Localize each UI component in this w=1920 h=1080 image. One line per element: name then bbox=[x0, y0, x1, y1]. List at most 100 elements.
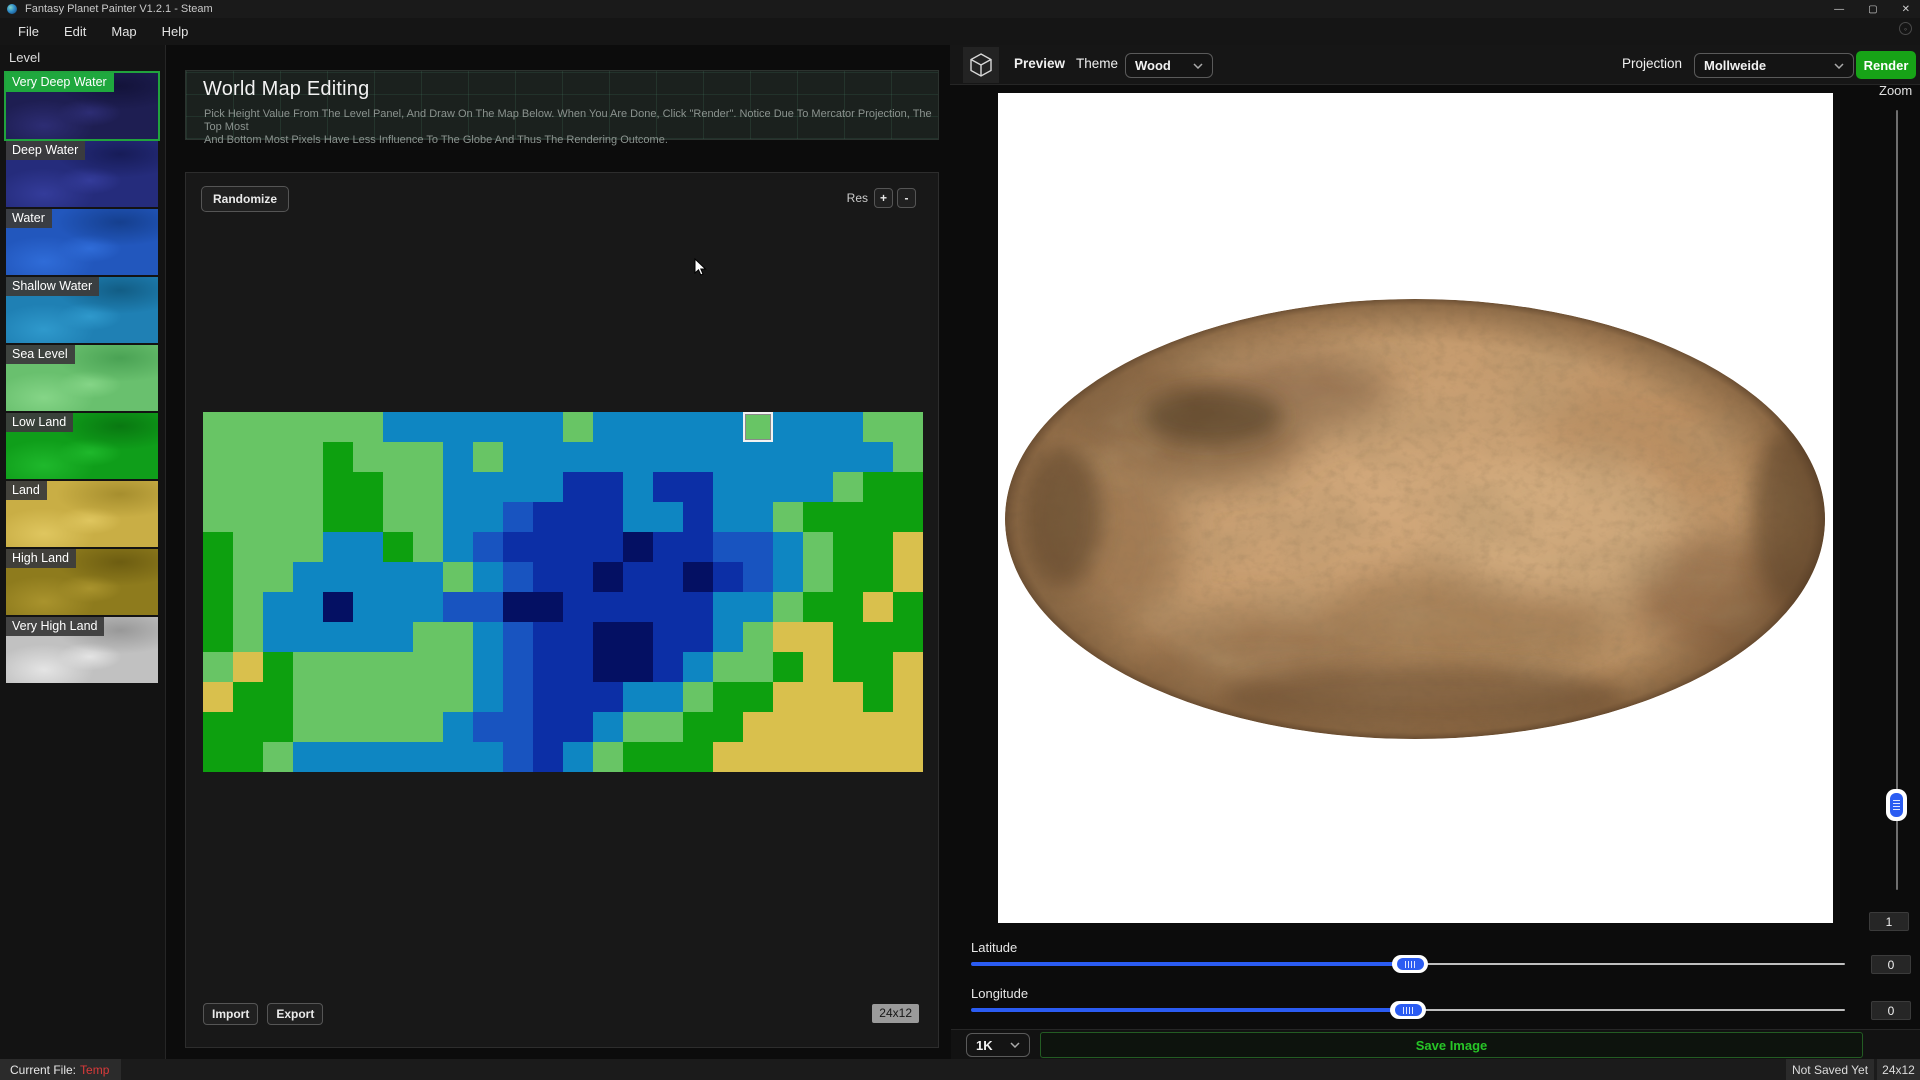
map-cell[interactable] bbox=[293, 652, 323, 682]
map-cell[interactable] bbox=[563, 562, 593, 592]
map-cell[interactable] bbox=[803, 412, 833, 442]
map-cell[interactable] bbox=[383, 622, 413, 652]
map-cell[interactable] bbox=[533, 652, 563, 682]
map-cell[interactable] bbox=[803, 562, 833, 592]
map-cell[interactable] bbox=[833, 682, 863, 712]
map-cell[interactable] bbox=[893, 442, 923, 472]
map-cell[interactable] bbox=[323, 532, 353, 562]
map-cell[interactable] bbox=[323, 712, 353, 742]
map-cell[interactable] bbox=[893, 562, 923, 592]
map-cell[interactable] bbox=[683, 622, 713, 652]
map-cell[interactable] bbox=[203, 502, 233, 532]
map-cell[interactable] bbox=[773, 502, 803, 532]
map-cell[interactable] bbox=[353, 442, 383, 472]
map-cell[interactable] bbox=[893, 502, 923, 532]
map-cell[interactable] bbox=[623, 412, 653, 442]
minimize-button[interactable]: — bbox=[1834, 4, 1844, 15]
map-cell[interactable] bbox=[833, 412, 863, 442]
map-cell[interactable] bbox=[233, 622, 263, 652]
map-cell[interactable] bbox=[293, 502, 323, 532]
map-cell[interactable] bbox=[743, 532, 773, 562]
map-cell[interactable] bbox=[353, 592, 383, 622]
map-cell[interactable] bbox=[863, 502, 893, 532]
render-button[interactable]: Render bbox=[1856, 51, 1916, 79]
map-cell[interactable] bbox=[383, 532, 413, 562]
map-cell[interactable] bbox=[713, 442, 743, 472]
level-swatch-low-land[interactable]: Low Land bbox=[6, 413, 158, 479]
map-cell[interactable] bbox=[833, 622, 863, 652]
map-cell[interactable] bbox=[413, 682, 443, 712]
map-cell[interactable] bbox=[263, 442, 293, 472]
map-cell[interactable] bbox=[773, 442, 803, 472]
map-cell[interactable] bbox=[473, 412, 503, 442]
render-preview-canvas[interactable] bbox=[998, 93, 1833, 923]
map-cell[interactable] bbox=[593, 532, 623, 562]
map-cell[interactable] bbox=[743, 412, 773, 442]
map-cell[interactable] bbox=[533, 682, 563, 712]
map-cell[interactable] bbox=[443, 622, 473, 652]
map-cell[interactable] bbox=[353, 562, 383, 592]
map-cell[interactable] bbox=[503, 412, 533, 442]
map-cell[interactable] bbox=[563, 412, 593, 442]
map-cell[interactable] bbox=[593, 442, 623, 472]
map-cell[interactable] bbox=[743, 562, 773, 592]
map-cell[interactable] bbox=[443, 562, 473, 592]
map-cell[interactable] bbox=[473, 712, 503, 742]
latitude-slider-track[interactable] bbox=[971, 962, 1410, 966]
map-cell[interactable] bbox=[353, 712, 383, 742]
map-cell[interactable] bbox=[413, 562, 443, 592]
map-cell[interactable] bbox=[743, 472, 773, 502]
latitude-slider-handle[interactable] bbox=[1392, 955, 1428, 973]
map-cell[interactable] bbox=[203, 682, 233, 712]
map-cell[interactable] bbox=[743, 682, 773, 712]
map-cell[interactable] bbox=[593, 562, 623, 592]
map-cell[interactable] bbox=[263, 592, 293, 622]
map-cell[interactable] bbox=[893, 622, 923, 652]
map-cell[interactable] bbox=[383, 472, 413, 502]
map-cell[interactable] bbox=[413, 442, 443, 472]
map-cell[interactable] bbox=[803, 652, 833, 682]
zoom-value[interactable]: 1 bbox=[1869, 912, 1909, 931]
theme-select[interactable]: Wood bbox=[1125, 53, 1213, 78]
map-cell[interactable] bbox=[323, 682, 353, 712]
map-cell[interactable] bbox=[263, 652, 293, 682]
map-cell[interactable] bbox=[383, 652, 413, 682]
map-cell[interactable] bbox=[773, 412, 803, 442]
map-cell[interactable] bbox=[353, 682, 383, 712]
map-cell[interactable] bbox=[473, 502, 503, 532]
map-cell[interactable] bbox=[203, 532, 233, 562]
map-cell[interactable] bbox=[653, 652, 683, 682]
map-cell[interactable] bbox=[803, 622, 833, 652]
map-cell[interactable] bbox=[263, 712, 293, 742]
level-swatch-high-land[interactable]: High Land bbox=[6, 549, 158, 615]
map-cell[interactable] bbox=[203, 742, 233, 772]
map-cell[interactable] bbox=[503, 502, 533, 532]
longitude-slider-handle[interactable] bbox=[1390, 1001, 1426, 1019]
map-cell[interactable] bbox=[683, 592, 713, 622]
level-swatch-very-deep-water[interactable]: Very Deep Water bbox=[6, 73, 158, 139]
map-cell[interactable] bbox=[233, 442, 263, 472]
map-cell[interactable] bbox=[203, 442, 233, 472]
map-cell[interactable] bbox=[623, 592, 653, 622]
map-cell[interactable] bbox=[263, 532, 293, 562]
map-cell[interactable] bbox=[533, 742, 563, 772]
map-cell[interactable] bbox=[593, 652, 623, 682]
map-cell[interactable] bbox=[383, 562, 413, 592]
map-cell[interactable] bbox=[623, 562, 653, 592]
map-cell[interactable] bbox=[833, 562, 863, 592]
map-cell[interactable] bbox=[773, 532, 803, 562]
map-cell[interactable] bbox=[803, 532, 833, 562]
map-cell[interactable] bbox=[743, 592, 773, 622]
map-cell[interactable] bbox=[653, 502, 683, 532]
map-cell[interactable] bbox=[713, 622, 743, 652]
map-cell[interactable] bbox=[713, 472, 743, 502]
level-swatch-water[interactable]: Water bbox=[6, 209, 158, 275]
map-cell[interactable] bbox=[833, 502, 863, 532]
res-decrease-button[interactable]: - bbox=[897, 188, 916, 208]
map-cell[interactable] bbox=[893, 742, 923, 772]
map-cell[interactable] bbox=[683, 712, 713, 742]
map-cell[interactable] bbox=[443, 712, 473, 742]
export-button[interactable]: Export bbox=[267, 1003, 323, 1025]
map-cell[interactable] bbox=[413, 742, 443, 772]
import-button[interactable]: Import bbox=[203, 1003, 258, 1025]
